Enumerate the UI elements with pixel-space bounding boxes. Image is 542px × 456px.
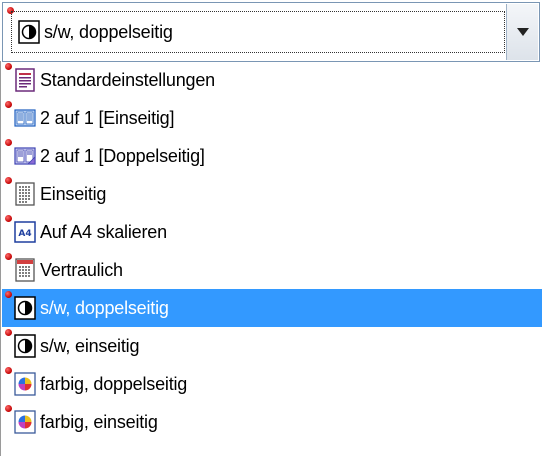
list-item-vertraulich[interactable]: Vertraulich xyxy=(2,251,542,289)
bw-duplex-icon xyxy=(14,296,36,320)
list-item-farbig-einseitig[interactable]: farbig, einseitig xyxy=(2,403,542,441)
modified-marker-icon xyxy=(5,253,12,260)
list-item-label: Standardeinstellungen xyxy=(40,69,215,90)
combobox-selected-label: s/w, doppelseitig xyxy=(44,21,173,42)
list-item-einseitig[interactable]: Einseitig xyxy=(2,175,542,213)
list-item-sw-doppelseitig[interactable]: s/w, doppelseitig xyxy=(2,289,542,327)
two-up-simplex-icon xyxy=(14,106,36,130)
combobox-selected-value[interactable]: s/w, doppelseitig xyxy=(11,11,505,53)
modified-marker-icon xyxy=(5,405,12,412)
list-item-2-auf-1-doppelseitig[interactable]: 2 auf 1 [Doppelseitig] xyxy=(2,137,542,175)
modified-marker-icon xyxy=(5,215,12,222)
color-duplex-icon xyxy=(14,372,36,396)
list-item-label: s/w, einseitig xyxy=(40,335,140,356)
scale-a4-icon: A4 xyxy=(14,220,36,244)
confidential-icon xyxy=(14,258,36,282)
simplex-icon xyxy=(14,182,36,206)
svg-text:A4: A4 xyxy=(18,229,31,239)
print-preset-dropdown-list: Standardeinstellungen 2 auf 1 [Einseitig… xyxy=(0,61,542,456)
default-settings-icon xyxy=(14,68,36,92)
color-simplex-icon xyxy=(14,410,36,434)
modified-marker-icon xyxy=(5,63,12,70)
list-item-auf-a4-skalieren[interactable]: A4 Auf A4 skalieren xyxy=(2,213,542,251)
list-item-label: farbig, doppelseitig xyxy=(40,373,188,394)
list-item-label: farbig, einseitig xyxy=(40,411,158,432)
bw-simplex-icon xyxy=(14,334,36,358)
modified-marker-icon xyxy=(5,291,12,298)
chevron-down-icon xyxy=(516,28,529,36)
print-preset-combobox[interactable]: s/w, doppelseitig xyxy=(2,2,540,62)
list-item-label: 2 auf 1 [Doppelseitig] xyxy=(40,145,205,166)
bw-duplex-icon xyxy=(18,20,40,44)
list-item-2-auf-1-einseitig[interactable]: 2 auf 1 [Einseitig] xyxy=(2,99,542,137)
modified-marker-icon xyxy=(5,139,12,146)
dropdown-toggle-button[interactable] xyxy=(506,4,538,60)
list-item-sw-einseitig[interactable]: s/w, einseitig xyxy=(2,327,542,365)
modified-marker-icon xyxy=(5,177,12,184)
list-item-label: Einseitig xyxy=(40,183,107,204)
list-item-standardeinstellungen[interactable]: Standardeinstellungen xyxy=(2,61,542,99)
list-item-label: Auf A4 skalieren xyxy=(40,221,167,242)
list-item-label: s/w, doppelseitig xyxy=(40,297,169,318)
modified-marker-icon xyxy=(5,329,12,336)
list-item-farbig-doppelseitig[interactable]: farbig, doppelseitig xyxy=(2,365,542,403)
modified-marker-icon xyxy=(5,367,12,374)
list-item-label: Vertraulich xyxy=(40,259,123,280)
modified-marker-icon xyxy=(5,101,12,108)
list-item-label: 2 auf 1 [Einseitig] xyxy=(40,107,175,128)
two-up-duplex-icon xyxy=(14,144,36,168)
